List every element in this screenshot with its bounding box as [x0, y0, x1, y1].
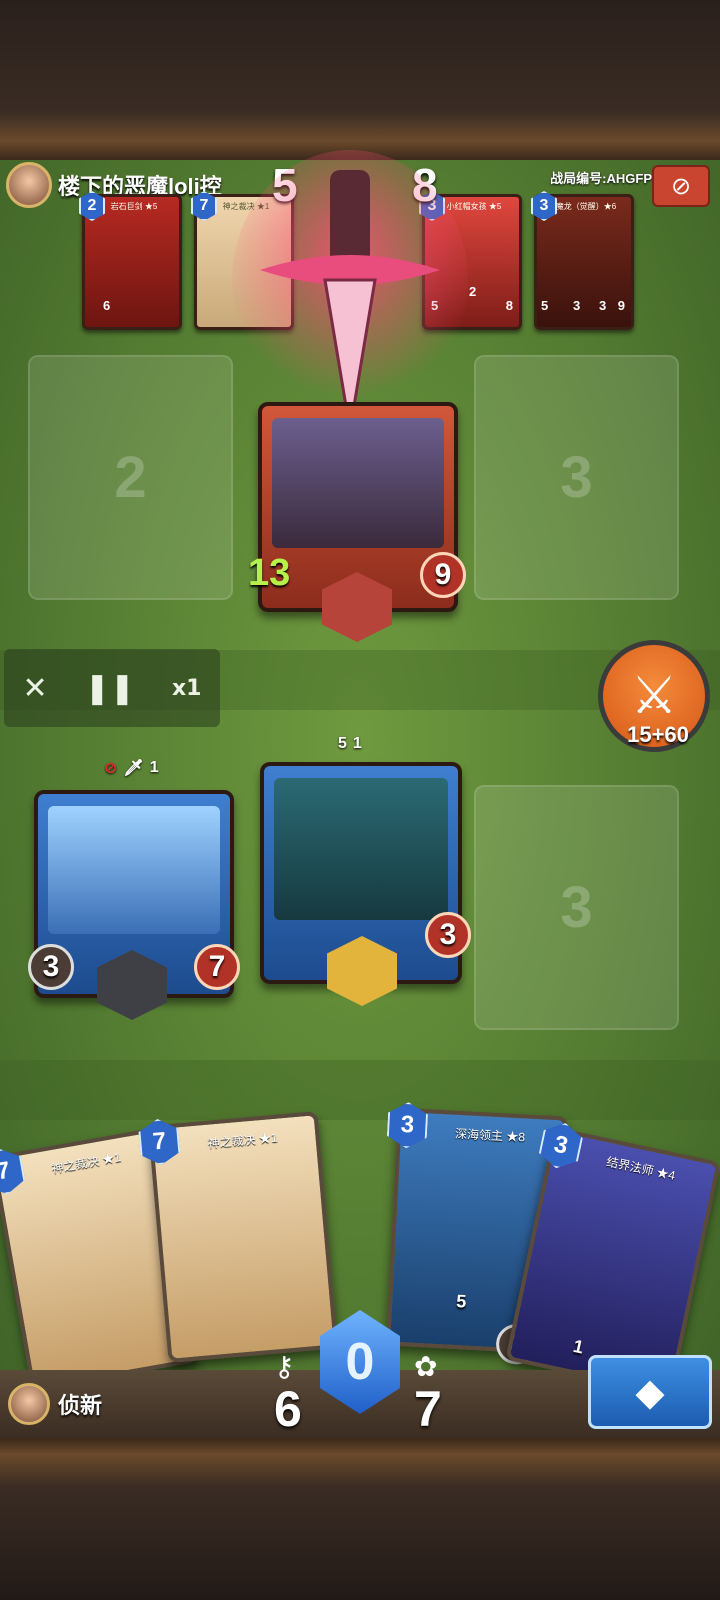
attack-value: 15+60	[627, 722, 689, 747]
left-counter: 6	[274, 1381, 302, 1437]
opponent-avatar[interactable]	[6, 162, 52, 208]
lane-slot[interactable]: 3	[474, 355, 679, 600]
card-hp: 8	[505, 298, 513, 313]
enemy-attack: 13	[248, 552, 291, 594]
card-name: 神之裁决 ★1	[207, 1130, 279, 1151]
hide-toggle-button[interactable]: ⊘	[652, 165, 710, 207]
player-info: 侦新	[8, 1383, 102, 1425]
card-name: 深海领主 ★8	[454, 1126, 526, 1145]
eye-off-icon: ⊘	[670, 172, 692, 200]
card-stat: 1	[571, 1335, 586, 1358]
enemy-unit-art	[272, 418, 444, 548]
ally-attack: 3	[28, 944, 74, 990]
lane-slot[interactable]: 3	[474, 785, 679, 1030]
top-frame	[0, 0, 720, 160]
buff-value: 5	[338, 735, 347, 752]
ally-hp: 3	[425, 912, 471, 958]
lane-number: 3	[560, 445, 593, 510]
paw-icon: ✿	[414, 1351, 438, 1382]
ally-unit-art	[48, 806, 220, 934]
close-button[interactable]: ✕	[23, 671, 48, 706]
key-icon: ⚷	[274, 1351, 295, 1382]
card-stat: 3	[599, 298, 607, 313]
opponent-card[interactable]: 2 岩石巨剑 ★5 6	[79, 191, 182, 330]
ally-hp: 7	[194, 944, 240, 990]
enemy-hp: 9	[420, 552, 466, 598]
grass-band	[0, 1060, 720, 1120]
player-avatar[interactable]	[8, 1383, 50, 1425]
no-entry-icon: ⊘	[104, 758, 118, 777]
pause-button[interactable]: ❚❚	[85, 671, 135, 706]
attack-sword-effect	[232, 150, 468, 431]
card-stat: 6	[103, 298, 111, 313]
player-name: 侦新	[58, 1393, 103, 1418]
card-name: 神之裁决 ★1	[50, 1150, 122, 1177]
deck-button[interactable]: ◆	[588, 1355, 712, 1429]
speed-button[interactable]: x1	[172, 676, 202, 701]
bottom-frame	[0, 1438, 720, 1600]
ally-unit-art	[274, 778, 448, 920]
crystal-icon: ◆	[635, 1370, 665, 1414]
ally-buffs: ⊘ 🗡 1	[104, 758, 159, 777]
card-stat: 5	[455, 1291, 467, 1312]
hand-card[interactable]: 7 神之裁决 ★1	[148, 1111, 339, 1363]
lane-number: 2	[114, 445, 147, 510]
buff-value: 1	[352, 735, 362, 752]
crossed-swords-icon: ⚔	[630, 666, 678, 726]
sword-icon: 🗡	[123, 758, 144, 777]
lane-number: 3	[560, 875, 593, 940]
lane-slot[interactable]: 2	[28, 355, 233, 600]
battle-id: 战局编号:AHGFP	[550, 171, 652, 186]
card-name: 岩石巨剑 ★5	[110, 202, 158, 211]
opponent-card[interactable]: 3 魔龙（觉醒）★6 5 3 3 9	[531, 191, 634, 330]
ally-buffs: 5 1	[338, 735, 362, 753]
buff-value: 1	[149, 758, 159, 776]
card-stat: 3	[573, 298, 581, 313]
card-name: 魔龙（觉醒）★6	[555, 202, 617, 211]
card-attack: 5	[541, 298, 549, 313]
right-counter: 7	[414, 1381, 442, 1437]
speed-controls: ✕ ❚❚ x1	[4, 649, 220, 727]
card-stat: 2	[469, 284, 477, 299]
card-hp: 9	[617, 298, 625, 313]
